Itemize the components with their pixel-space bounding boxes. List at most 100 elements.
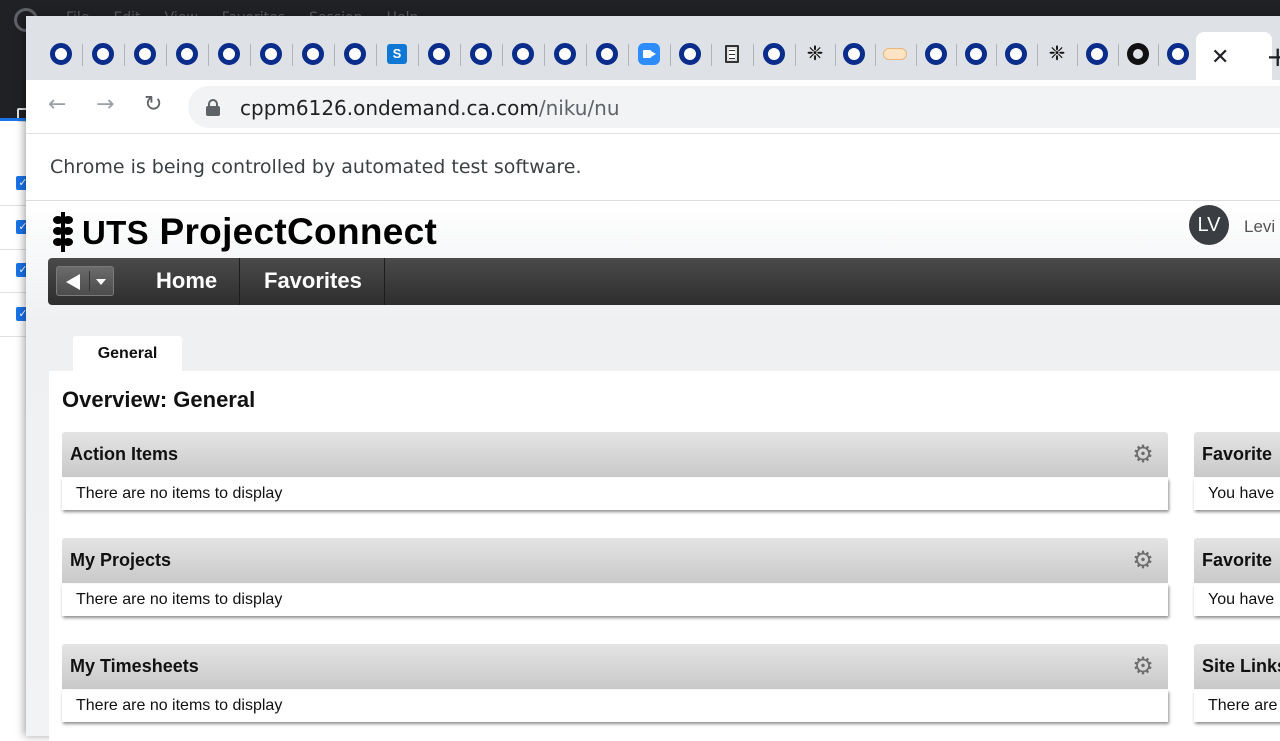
tab-6[interactable] bbox=[258, 41, 284, 67]
tab-2[interactable] bbox=[90, 41, 116, 67]
tab-3[interactable] bbox=[132, 41, 158, 67]
tab-22[interactable] bbox=[923, 41, 949, 67]
ring-icon bbox=[925, 43, 947, 65]
portlet-title: Site Links bbox=[1202, 656, 1280, 676]
ring-icon bbox=[218, 43, 240, 65]
address-bar[interactable]: cppm6126.ondemand.ca.com/niku/nu bbox=[188, 86, 1280, 128]
tab-separator bbox=[502, 44, 503, 66]
tab-27[interactable] bbox=[1125, 41, 1151, 67]
uts-crest-icon bbox=[50, 212, 76, 252]
row-divider bbox=[0, 205, 28, 206]
tab-18[interactable] bbox=[761, 41, 787, 67]
row-divider bbox=[0, 292, 28, 293]
portlet-body: There are bbox=[1194, 690, 1280, 722]
tab-separator bbox=[916, 44, 917, 66]
user-name[interactable]: Levi bbox=[1244, 217, 1275, 237]
ring-icon bbox=[554, 43, 576, 65]
tab-19[interactable]: ❈ bbox=[802, 41, 828, 67]
ring-icon bbox=[679, 43, 701, 65]
tab-14[interactable] bbox=[594, 41, 620, 67]
tab-12[interactable] bbox=[510, 41, 536, 67]
ring-icon bbox=[965, 43, 987, 65]
url-path: /niku/nu bbox=[538, 96, 620, 120]
portlet-site-links: Site Links There are bbox=[1194, 644, 1280, 722]
lock-icon[interactable] bbox=[206, 99, 220, 116]
history-back-button[interactable] bbox=[56, 266, 114, 296]
tab-separator bbox=[586, 44, 587, 66]
tab-23[interactable] bbox=[963, 41, 989, 67]
portlet-header: My Timesheets ⚙ bbox=[62, 644, 1168, 689]
portlet-title: Favorite bbox=[1202, 444, 1273, 464]
portlet-header: Action Items ⚙ bbox=[62, 432, 1168, 477]
tab-13[interactable] bbox=[552, 41, 578, 67]
tab-17[interactable] bbox=[719, 41, 745, 67]
tab-24[interactable] bbox=[1003, 41, 1029, 67]
tab-separator bbox=[208, 44, 209, 66]
uts-crest-icon: ❈ bbox=[1048, 43, 1066, 65]
ring-icon bbox=[92, 43, 114, 65]
tab-11[interactable] bbox=[468, 41, 494, 67]
tab-20[interactable] bbox=[841, 41, 867, 67]
tab-21[interactable] bbox=[882, 41, 908, 67]
tab-general[interactable]: General bbox=[73, 336, 182, 371]
tab-26[interactable] bbox=[1084, 41, 1110, 67]
back-arrow-icon bbox=[66, 274, 80, 290]
ring-icon bbox=[1086, 43, 1108, 65]
tab-10[interactable] bbox=[426, 41, 452, 67]
ring-icon bbox=[428, 43, 450, 65]
page-title: Overview: General bbox=[62, 387, 256, 412]
tab-7[interactable] bbox=[300, 41, 326, 67]
portlet-action-items: Action Items ⚙ There are no items to dis… bbox=[62, 432, 1168, 510]
back-button[interactable]: ← bbox=[48, 92, 66, 117]
gear-icon[interactable]: ⚙ bbox=[1132, 654, 1154, 678]
nav-home[interactable]: Home bbox=[134, 258, 241, 305]
tab-separator bbox=[250, 44, 251, 66]
tab-separator bbox=[1037, 44, 1038, 66]
tab-25[interactable]: ❈ bbox=[1044, 41, 1070, 67]
brand-title: UTS ProjectConnect bbox=[82, 211, 438, 252]
sharepoint-icon: S bbox=[387, 44, 407, 64]
tab-9[interactable]: S bbox=[384, 41, 410, 67]
chevron-down-icon[interactable] bbox=[96, 279, 106, 285]
gear-icon[interactable]: ⚙ bbox=[1132, 442, 1154, 466]
new-tab-button[interactable]: + bbox=[1266, 40, 1280, 73]
tab-separator bbox=[996, 44, 997, 66]
ring-icon bbox=[260, 43, 282, 65]
tab-separator bbox=[628, 44, 629, 66]
reload-button[interactable]: ↻ bbox=[144, 92, 162, 117]
gear-icon[interactable]: ⚙ bbox=[1132, 548, 1154, 572]
tab-4[interactable] bbox=[174, 41, 200, 67]
nav-favorites[interactable]: Favorites bbox=[242, 258, 385, 305]
tab-8[interactable] bbox=[342, 41, 368, 67]
background-selected-row bbox=[0, 118, 28, 160]
document-icon bbox=[725, 45, 739, 63]
url-text[interactable]: cppm6126.ondemand.ca.com/niku/nu bbox=[240, 96, 620, 120]
tab-separator bbox=[334, 44, 335, 66]
tab-separator bbox=[460, 44, 461, 66]
portlet-body: You have bbox=[1194, 478, 1280, 510]
tab-15[interactable] bbox=[636, 41, 662, 67]
tab-5[interactable] bbox=[216, 41, 242, 67]
portlet-header: Favorite bbox=[1194, 538, 1280, 583]
tab-1[interactable] bbox=[48, 41, 74, 67]
url-host: cppm6126.ondemand.ca.com bbox=[240, 96, 539, 120]
tab-separator bbox=[753, 44, 754, 66]
forward-button[interactable]: → bbox=[96, 92, 114, 117]
empty-message: There are no items to display bbox=[76, 485, 283, 502]
tab-28[interactable] bbox=[1165, 41, 1191, 67]
ring-icon bbox=[763, 43, 785, 65]
tab-separator bbox=[795, 44, 796, 66]
tab-separator bbox=[166, 44, 167, 66]
portlet-body: There are no items to display bbox=[62, 478, 1168, 510]
tab-separator bbox=[124, 44, 125, 66]
ring-icon bbox=[344, 43, 366, 65]
user-avatar[interactable]: LV bbox=[1189, 205, 1229, 245]
uts-crest-icon: ❈ bbox=[806, 43, 824, 65]
active-tab[interactable] bbox=[1196, 32, 1272, 80]
close-tab-icon[interactable]: ✕ bbox=[1211, 44, 1229, 70]
brand-logo[interactable]: UTS ProjectConnect bbox=[50, 211, 437, 253]
empty-message: There are bbox=[1208, 697, 1278, 714]
tab-16[interactable] bbox=[677, 41, 703, 67]
tab-separator bbox=[711, 44, 712, 66]
portlet-title: My Timesheets bbox=[70, 656, 199, 676]
